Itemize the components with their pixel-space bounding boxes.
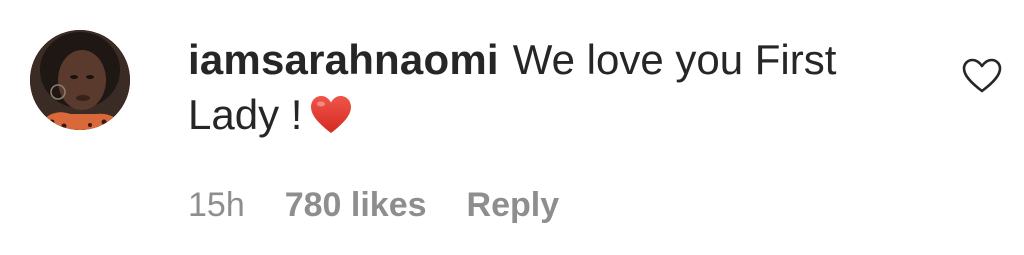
reply-button[interactable]: Reply [467, 186, 560, 225]
avatar-image [30, 30, 130, 130]
red-heart-emoji [310, 93, 352, 148]
avatar[interactable] [30, 30, 130, 130]
comment-item: iamsarahnaomi We love you First Lady ! 15… [0, 0, 1024, 255]
comment-time[interactable]: 15h [188, 186, 245, 225]
heart-outline-icon[interactable] [962, 58, 1002, 94]
comment-meta: 15h 780 likes Reply [188, 186, 559, 225]
comment-body: iamsarahnaomi We love you First Lady ! [188, 32, 908, 148]
comment-likes-count[interactable]: 780 likes [285, 186, 427, 225]
comment-text-block: iamsarahnaomi We love you First Lady ! [188, 32, 908, 148]
comment-username[interactable]: iamsarahnaomi [188, 36, 499, 83]
